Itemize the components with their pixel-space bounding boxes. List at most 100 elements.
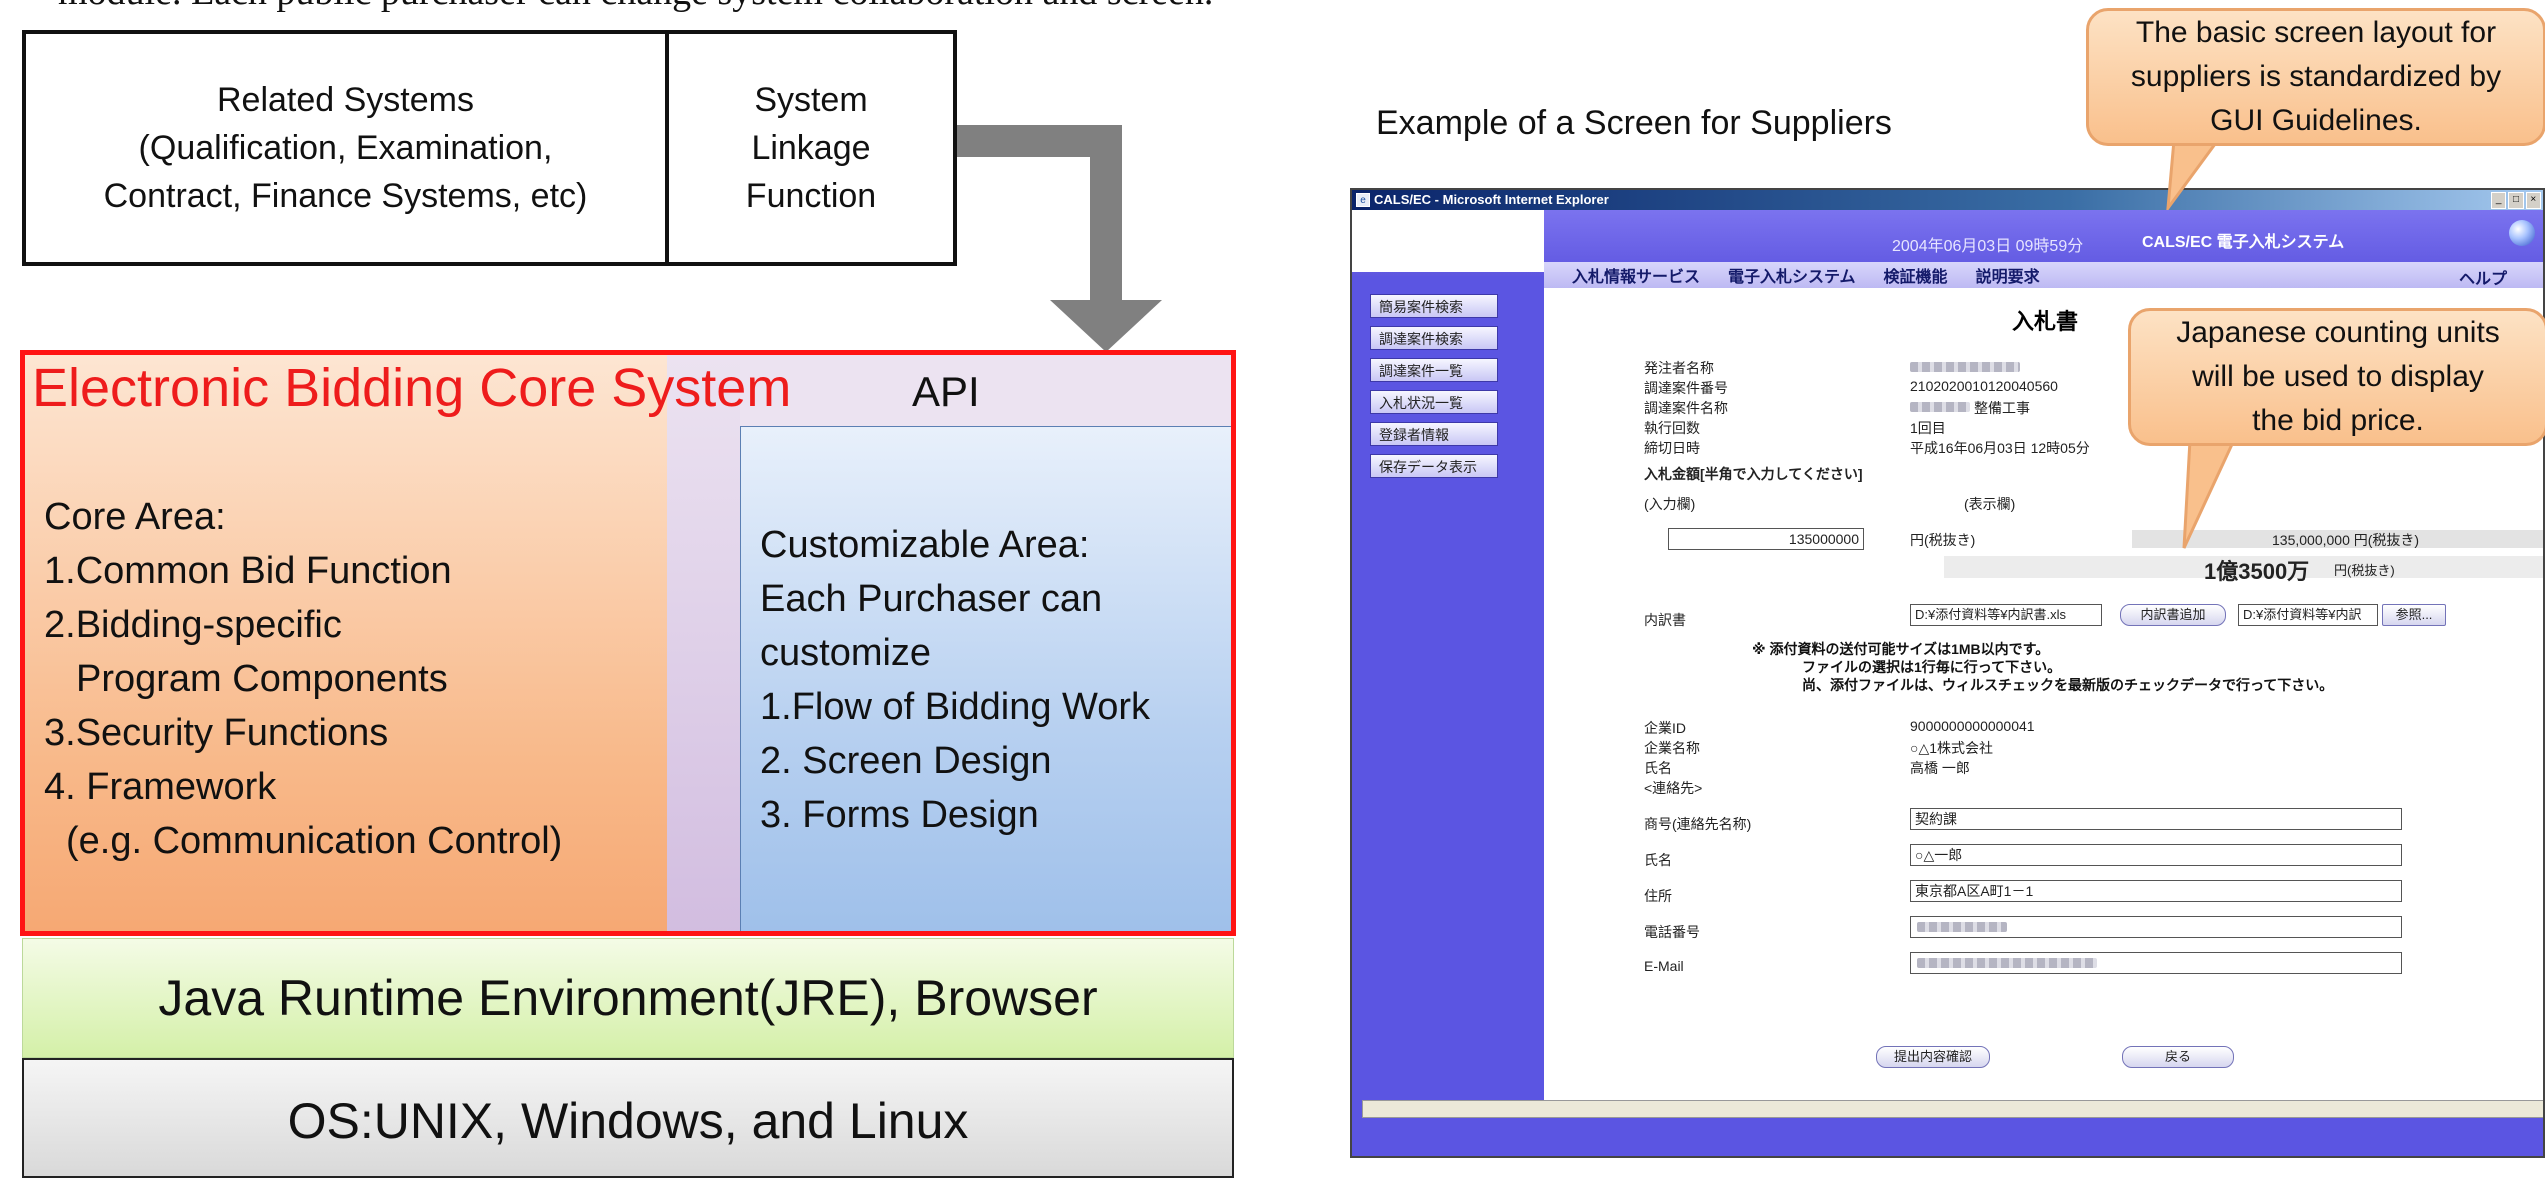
arrow-vertical-segment: [1090, 125, 1122, 305]
customizable-area-item: Each Purchaser can: [760, 578, 1103, 620]
nav-item[interactable]: 電子入札システム: [1728, 263, 1856, 287]
round-label: 執行回数: [1644, 420, 1700, 436]
related-systems-line: Related Systems: [216, 81, 474, 119]
core-area-item: 2.Bidding-specific: [44, 604, 342, 646]
address-label: 住所: [1644, 888, 1672, 904]
related-systems-line: Contract, Finance Systems, etc): [103, 177, 588, 215]
price-kanji-unit: 円(税抜き): [2334, 563, 2395, 578]
side-menu-button[interactable]: 登録者情報: [1370, 422, 1498, 446]
minimize-icon[interactable]: _: [2491, 192, 2507, 209]
customizable-area-list: Customizable Area: Each Purchaser can cu…: [760, 518, 1150, 842]
breakdown-file-field[interactable]: D:¥添付資料等¥内訳書.xls: [1910, 604, 2102, 626]
related-systems-box: Related Systems (Qualification, Examinat…: [22, 30, 669, 266]
linkage-line: System: [754, 81, 868, 119]
callout-line: GUI Guidelines.: [2210, 104, 2422, 137]
breakdown-file-field-2[interactable]: D:¥添付資料等¥内訳: [2238, 604, 2378, 626]
note-line: ※ 添付資料の送付可能サイズは1MB以内です。: [1752, 641, 2050, 657]
phone-input[interactable]: [1910, 916, 2402, 938]
email-redacted: [1917, 958, 2097, 968]
email-label: E-Mail: [1644, 958, 1684, 974]
customizable-area-item: 2. Screen Design: [760, 740, 1052, 782]
nav-item[interactable]: 検証機能: [1884, 263, 1948, 287]
window-title-bar: CALS/EC - Microsoft Internet Explorer: [1352, 190, 2543, 210]
amount-label: 入札金額[半角で入力してください]: [1644, 466, 1863, 482]
core-area-item: 1.Common Bid Function: [44, 550, 452, 592]
nav-help-link[interactable]: ヘルプ: [2459, 265, 2507, 289]
case-name-redacted: [1910, 402, 1970, 412]
customizable-area-heading: Customizable Area:: [760, 524, 1090, 566]
api-label: API: [912, 368, 980, 415]
form-heading: 入札書: [2012, 309, 2079, 334]
system-linkage-box: System Linkage Function: [665, 30, 957, 266]
round-value: 1回目: [1910, 420, 1946, 436]
input-column-label: (入力欄): [1644, 496, 1696, 512]
deadline-value: 平成16年06月03日 12時05分: [1910, 440, 2090, 456]
core-system-title: Electronic Bidding Core System: [32, 358, 792, 418]
maximize-icon[interactable]: □: [2508, 192, 2524, 209]
case-name-label: 調達案件名称: [1644, 400, 1728, 416]
callout-line: Japanese counting units: [2176, 316, 2500, 349]
breakdown-label: 内訳書: [1644, 612, 1686, 628]
contact-name-input[interactable]: ○△一郎: [1910, 844, 2402, 866]
side-menu-button[interactable]: 入札状況一覧: [1370, 390, 1498, 414]
linkage-line: Function: [745, 177, 877, 215]
core-area-item: 3.Security Functions: [44, 712, 389, 754]
os-layer: OS:UNIX, Windows, and Linux: [22, 1058, 1234, 1178]
side-menu-button[interactable]: 調達案件一覧: [1370, 358, 1498, 382]
customizable-area-item: 1.Flow of Bidding Work: [760, 686, 1151, 728]
callout-line: suppliers is standardized by: [2130, 60, 2502, 93]
core-area-item: (e.g. Communication Control): [66, 820, 563, 862]
footer-band: [1352, 1118, 2543, 1156]
person-label: 氏名: [1644, 760, 1672, 776]
header-system-name: CALS/EC 電子入札システム: [2142, 234, 2345, 251]
callout-tail-icon: [2182, 440, 2236, 549]
callout-line: will be used to display: [2192, 360, 2484, 393]
window-controls: _ □ ×: [2491, 192, 2541, 209]
counting-units-callout: Japanese counting units will be used to …: [2128, 308, 2545, 446]
close-icon[interactable]: ×: [2525, 192, 2541, 209]
core-area-item: Program Components: [76, 658, 448, 700]
customizable-area-item: 3. Forms Design: [760, 794, 1039, 836]
back-button[interactable]: 戻る: [2122, 1046, 2234, 1068]
orderer-label: 発注者名称: [1644, 360, 1714, 376]
core-area-heading: Core Area:: [44, 496, 226, 538]
note-line: 尚、添付ファイルは、ウィルスチェックを最新版のチェックデータで行って下さい。: [1802, 677, 2334, 693]
company-name-value: ○△1株式会社: [1910, 740, 1994, 756]
case-no-label: 調達案件番号: [1644, 380, 1728, 396]
case-name-value: 整備工事: [1974, 400, 2030, 416]
horizontal-scrollbar[interactable]: [1362, 1100, 2543, 1118]
side-menu-button[interactable]: 簡易案件検索: [1370, 294, 1498, 318]
orderer-value-redacted: [1910, 362, 2020, 372]
email-input[interactable]: [1910, 952, 2402, 974]
submit-confirm-button[interactable]: 提出内容確認: [1876, 1046, 1990, 1068]
core-area-list: Core Area: 1.Common Bid Function 2.Biddi…: [44, 490, 562, 868]
phone-redacted: [1917, 922, 2007, 932]
callout-line: The basic screen layout for: [2135, 16, 2497, 49]
linkage-line: Linkage: [751, 129, 871, 167]
nav-bar: 入札情報サービス 電子入札システム 検証機能 説明要求 ヘルプ: [1544, 262, 2543, 289]
add-breakdown-button[interactable]: 内訳書追加: [2120, 604, 2226, 626]
side-menu-button[interactable]: 調達案件検索: [1370, 326, 1498, 350]
nav-item[interactable]: 説明要求: [1976, 263, 2040, 287]
nav-item[interactable]: 入札情報サービス: [1572, 263, 1700, 287]
display-column-label: (表示欄): [1964, 496, 2016, 512]
contact-section-label: <連絡先>: [1644, 780, 1703, 796]
address-input[interactable]: 東京都A区A町1－1: [1910, 880, 2402, 902]
browse-button[interactable]: 参照...: [2382, 604, 2446, 626]
attachment-note: ※ 添付資料の送付可能サイズは1MB以内です。 ファイルの選択は1行毎に行って下…: [1752, 640, 2333, 694]
deadline-label: 締切日時: [1644, 440, 1700, 456]
bid-amount-input[interactable]: 135000000: [1668, 528, 1864, 550]
top-caption: module. Each public purchaser can change…: [58, 0, 1213, 14]
company-id-value: 9000000000000041: [1910, 718, 2035, 734]
callout-line: the bid price.: [2252, 404, 2424, 437]
trade-name-label: 商号(連絡先名称): [1644, 816, 1752, 832]
layout-standard-callout: The basic screen layout for suppliers is…: [2086, 8, 2545, 146]
case-no-value: 2102020010120040560: [1910, 378, 2058, 394]
trade-name-input[interactable]: 契約課: [1910, 808, 2402, 830]
tax-excl-label: 円(税抜き): [1910, 532, 1976, 548]
arrow-head-icon: [1050, 300, 1162, 352]
header-date: 2004年06月03日 09時59分: [1892, 238, 2084, 255]
contact-name-label: 氏名: [1644, 852, 1672, 868]
side-menu-button[interactable]: 保存データ表示: [1370, 454, 1498, 478]
supplier-screen-title: Example of a Screen for Suppliers: [1376, 104, 1892, 142]
